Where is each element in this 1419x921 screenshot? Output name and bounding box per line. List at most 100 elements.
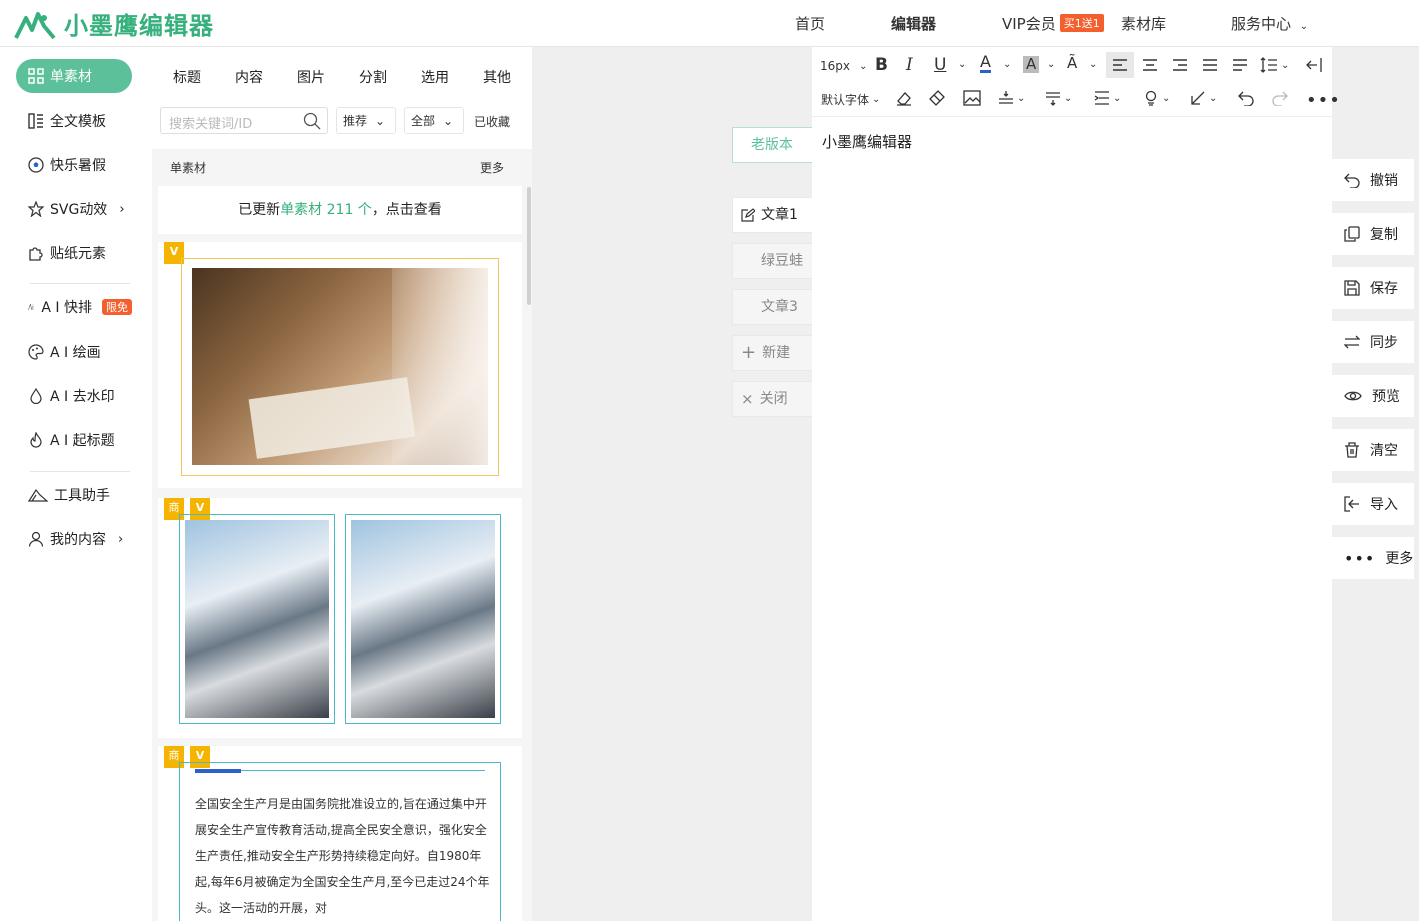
letter-spacing-icon[interactable]: Ã [1067, 54, 1077, 72]
photo-image [192, 268, 488, 465]
line-height-icon[interactable]: ⌄ [1260, 57, 1289, 73]
nav-vip[interactable]: VIP会员 买1送1 [1002, 13, 1104, 34]
tab-other[interactable]: 其他 [483, 67, 511, 87]
tab-image[interactable]: 图片 [297, 67, 325, 87]
sidebar-item-full-template[interactable]: 全文模板 [16, 104, 132, 138]
paragraph-spacing-icon[interactable]: ⌄ [998, 90, 1025, 106]
chevron-down-icon: ⌄ [375, 113, 386, 128]
sidebar-item-ai-watermark[interactable]: A I 去水印 [16, 379, 132, 413]
sidebar-item-label: A I 去水印 [50, 389, 115, 405]
save-button[interactable]: 保存 [1332, 267, 1414, 309]
doc-tab-label: 绿豆蛙 [761, 253, 803, 269]
panel-scrollbar[interactable] [527, 187, 531, 305]
arrow-down-left-icon[interactable]: ⌄ [1190, 90, 1217, 106]
nav-home[interactable]: 首页 [795, 13, 825, 34]
star-icon [28, 201, 44, 217]
sidebar-item-ai-layout[interactable]: A I 快排 限免 [16, 290, 132, 324]
font-size-value: 16px [820, 59, 850, 73]
import-label: 导入 [1370, 497, 1398, 513]
nav-service-label: 服务中心 [1231, 15, 1292, 33]
chevron-down-icon: ⌄ [872, 94, 881, 105]
indent-icon[interactable]: ⌄ [1094, 90, 1121, 106]
chevron-down-icon[interactable]: ⌄ [958, 59, 966, 70]
sidebar-item-single-material[interactable]: 单素材 [16, 59, 132, 93]
format-painter-icon[interactable] [929, 90, 945, 106]
sidebar-item-tools[interactable]: 工具助手 [16, 478, 132, 512]
chevron-down-icon[interactable]: ⌄ [1047, 59, 1055, 70]
sidebar-item-ai-painting[interactable]: A I 绘画 [16, 335, 132, 369]
more-button[interactable]: ••• 更多 [1332, 537, 1414, 579]
recommend-select[interactable]: 推荐 ⌄ [336, 107, 396, 134]
highlight-color-icon[interactable]: A [1023, 56, 1040, 73]
preview-button[interactable]: 预览 [1332, 375, 1414, 417]
old-version-button[interactable]: 老版本 [732, 127, 812, 163]
top-bar: 小墨鹰编辑器 首页 编辑器 VIP会员 买1送1 素材库 服务中心 ⌄ [0, 0, 1419, 47]
tab-content[interactable]: 内容 [235, 67, 263, 87]
new-doc-label: 新建 [762, 345, 791, 361]
tab-title[interactable]: 标题 [173, 67, 201, 87]
favorites-link[interactable]: 已收藏 [474, 113, 510, 130]
justify-icon[interactable] [1202, 58, 1218, 72]
sidebar-item-ai-title[interactable]: A I 起标题 [16, 423, 132, 457]
redo-toolbar-icon[interactable] [1272, 90, 1288, 106]
user-icon [28, 531, 44, 547]
sidebar-item-svg-animation[interactable]: SVG动效 › [16, 192, 132, 226]
doc-tab-3[interactable]: 文章3 [732, 289, 812, 325]
justify-distribute-icon[interactable] [1232, 58, 1248, 72]
material-card[interactable]: 商 V [158, 498, 522, 738]
search-input[interactable]: 搜索关键词/ID [160, 107, 328, 134]
trash-icon [1345, 442, 1359, 458]
sync-button[interactable]: 同步 [1332, 321, 1414, 363]
building-image [351, 520, 495, 718]
tab-divider[interactable]: 分割 [359, 67, 387, 87]
copy-button[interactable]: 复制 [1332, 213, 1414, 255]
nav-editor[interactable]: 编辑器 [891, 13, 936, 34]
close-doc-button[interactable]: × 关闭 [732, 381, 812, 417]
eraser-icon[interactable] [896, 90, 912, 106]
nav-library[interactable]: 素材库 [1121, 13, 1166, 34]
preview-label: 预览 [1372, 389, 1400, 405]
align-center-icon[interactable] [1142, 58, 1158, 72]
bold-icon[interactable]: B [875, 55, 888, 75]
update-notice[interactable]: 已更新单素材 211 个，点击查看 [158, 186, 522, 234]
chevron-down-icon[interactable]: ⌄ [1003, 59, 1011, 70]
paragraph-spacing-after-icon[interactable]: ⌄ [1045, 90, 1072, 106]
sidebar-item-label: 单素材 [50, 69, 92, 85]
logo[interactable]: 小墨鹰编辑器 [14, 6, 214, 41]
exit-fullscreen-icon[interactable] [1306, 57, 1322, 73]
italic-icon[interactable]: I [906, 55, 913, 75]
material-card[interactable]: 商 V 全国安全生产月是由国务院批准设立的,旨在通过集中开展安全生产宣传教育活动… [158, 746, 522, 921]
underline-icon[interactable]: U [934, 55, 946, 75]
sidebar-item-summer[interactable]: 快乐暑假 [16, 148, 132, 182]
chevron-down-icon: ⌄ [1017, 92, 1026, 104]
doc-tab-2[interactable]: 绿豆蛙 [732, 243, 812, 279]
chevron-down-icon[interactable]: ⌄ [1089, 59, 1097, 70]
section-title: 单素材 [170, 161, 207, 175]
more-tools-icon[interactable]: ••• [1306, 90, 1341, 111]
sidebar-item-stickers[interactable]: 贴纸元素 [16, 236, 132, 270]
material-card[interactable]: V [158, 242, 522, 488]
font-family-select[interactable]: 默认字体 ⌄ [821, 91, 880, 108]
undo-toolbar-icon[interactable] [1238, 90, 1254, 106]
all-select-value: 全部 [411, 114, 436, 128]
all-select[interactable]: 全部 ⌄ [404, 107, 464, 134]
image-icon[interactable] [963, 90, 981, 106]
clear-button[interactable]: 清空 [1332, 429, 1414, 471]
section-more-link[interactable]: 更多 [480, 159, 504, 176]
nav-service[interactable]: 服务中心 ⌄ [1231, 13, 1308, 34]
align-left-icon[interactable] [1106, 52, 1134, 78]
sidebar-item-my-content[interactable]: 我的内容 › [16, 522, 132, 556]
undo-button[interactable]: 撤销 [1332, 159, 1414, 201]
new-doc-button[interactable]: + 新建 [732, 335, 812, 371]
clear-label: 清空 [1370, 443, 1398, 459]
font-size-select[interactable]: 16px ⌄ [820, 59, 867, 73]
editor-content[interactable]: 小墨鹰编辑器 [822, 131, 912, 152]
close-icon: × [741, 390, 754, 408]
align-right-icon[interactable] [1172, 58, 1188, 72]
doc-tab-1[interactable]: 文章1 [732, 197, 812, 233]
tab-selected[interactable]: 选用 [421, 67, 449, 87]
import-button[interactable]: 导入 [1332, 483, 1414, 525]
font-color-icon[interactable]: A [980, 54, 991, 73]
close-doc-label: 关闭 [759, 391, 788, 407]
lightbulb-icon[interactable]: ⌄ [1143, 90, 1170, 106]
